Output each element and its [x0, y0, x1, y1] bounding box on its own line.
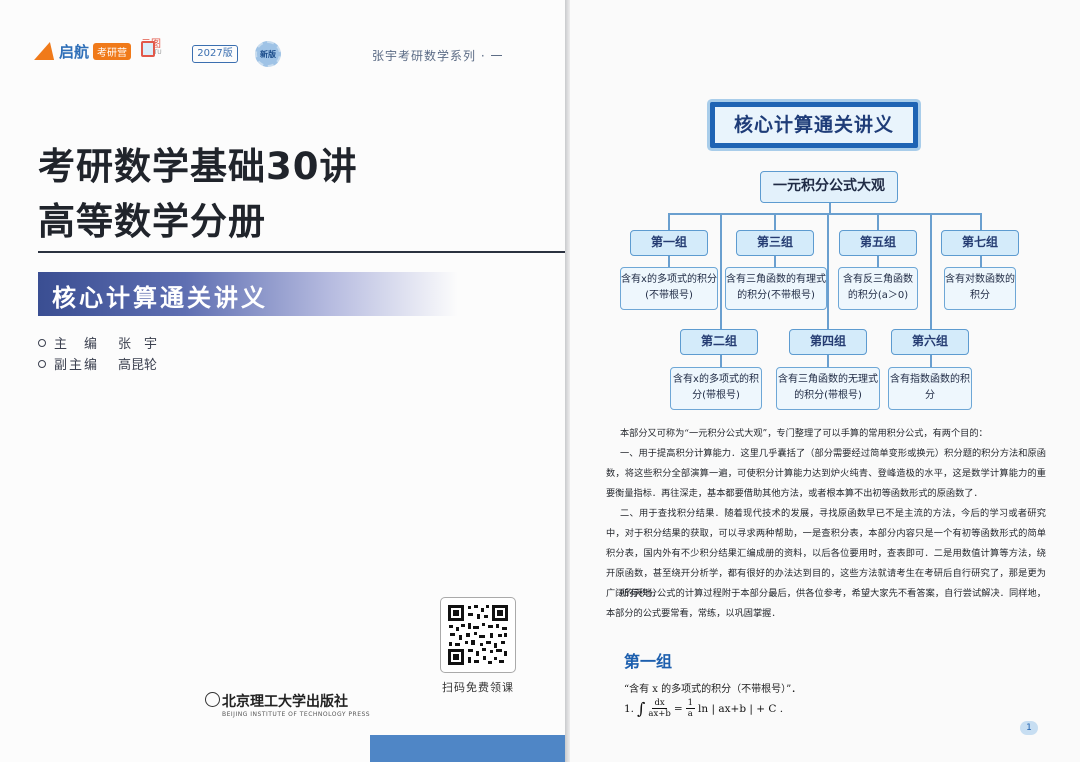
coef-numerator: 1	[685, 698, 696, 709]
group-desc-7: 含有对数函数的积分	[944, 267, 1016, 310]
tree-connector	[877, 213, 879, 230]
editor-role: 主 编	[54, 337, 100, 352]
inner-page: 核心计算通关讲义 一元积分公式大观 第一组 第三组 第五组 第七组 含有x的多项…	[570, 0, 1080, 762]
qr-code[interactable]	[440, 597, 516, 673]
tree-root: 一元积分公式大观	[760, 171, 898, 203]
cover-footer-bar	[370, 735, 565, 762]
formula-coefficient: 1 a	[685, 698, 696, 719]
formula-fraction: dx ax+b	[648, 698, 670, 719]
yuntu-logo-icon	[141, 41, 155, 57]
tree-connector	[774, 213, 776, 230]
group-node-5: 第五组	[839, 230, 917, 256]
tree-connector	[930, 213, 932, 329]
tree-connector	[827, 213, 829, 329]
publisher-emblem-icon	[205, 692, 220, 707]
equals-sign: =	[673, 702, 683, 715]
title-divider	[38, 251, 565, 253]
body-paragraph: 一、用于提高积分计算能力．这里几乎囊括了（部分需要经过简单变形或换元）积分题的积…	[606, 448, 1046, 499]
tree-connector	[980, 255, 982, 267]
page-title: 核心计算通关讲义	[733, 114, 894, 136]
publisher-name-cn: 北京理工大学出版社	[222, 694, 348, 710]
formula-result: ln | ax+b | + C .	[698, 702, 784, 715]
section-heading: 第一组	[624, 652, 673, 671]
tree-connector	[720, 354, 722, 367]
group-node-1: 第一组	[630, 230, 708, 256]
editor-row: 副主编 高昆轮	[38, 354, 157, 373]
group-node-3: 第三组	[736, 230, 814, 256]
editor-role: 副主编	[54, 358, 100, 373]
qihang-logo-sub: 考研营	[93, 42, 132, 60]
group-desc-2: 含有x的多项式的积分(带根号)	[670, 367, 762, 410]
group-desc-3: 含有三角函数的有理式的积分(不带根号)	[725, 267, 827, 310]
formula-index: 1.	[624, 702, 635, 715]
page-title-frame: 核心计算通关讲义	[710, 102, 918, 148]
book-title-line2: 高等数学分册	[38, 200, 266, 243]
group-desc-6: 含有指数函数的积分	[888, 367, 972, 410]
qihang-logo-icon	[34, 42, 60, 60]
book-cover: 启航 考研营 云图 YUNTU 2027版 新版 张宇考研数学系列 · 一 考研…	[0, 0, 565, 762]
qihang-logo: 启航 考研营	[34, 40, 132, 62]
tree-connector	[930, 354, 932, 367]
group-node-7: 第七组	[941, 230, 1019, 256]
page-number: 1	[1020, 721, 1038, 735]
bullet-circle-icon	[38, 338, 46, 347]
tree-connector	[827, 354, 829, 367]
editor-row: 主 编 张 宇	[38, 333, 157, 352]
editor-name: 张 宇	[118, 337, 158, 352]
qr-caption: 扫码免费领课	[442, 681, 514, 694]
tree-connector	[720, 213, 722, 329]
integral-sign-icon: ∫	[637, 699, 646, 718]
book-title-line1: 考研数学基础30讲	[38, 145, 358, 188]
editor-name: 高昆轮	[118, 358, 158, 373]
publisher: 北京理工大学出版社 BEIJING INSTITUTE OF TECHNOLOG…	[222, 691, 370, 718]
book-subtitle: 核心计算通关讲义	[52, 284, 268, 312]
bullet-circle-icon	[38, 359, 46, 368]
new-edition-badge: 新版	[255, 41, 281, 67]
series-label: 张宇考研数学系列 · 一	[372, 49, 504, 63]
tree-connector	[668, 255, 670, 267]
fraction-denominator: ax+b	[648, 709, 671, 719]
coef-denominator: a	[687, 709, 693, 719]
tree-connector	[980, 213, 982, 230]
tree-connector	[668, 213, 980, 215]
section-subheading: “含有 x 的多项式的积分（不带根号）”．	[624, 684, 802, 695]
group-node-4: 第四组	[789, 329, 867, 355]
fraction-numerator: dx	[652, 698, 667, 709]
group-desc-1: 含有x的多项式的积分(不带根号)	[620, 267, 718, 310]
tree-connector	[668, 213, 670, 230]
yuntu-logo: 云图 YUNTU	[141, 40, 162, 57]
body-paragraph: 所有积分公式的计算过程附于本部分最后，供各位参考，希望大家先不看答案，自行尝试解…	[606, 588, 1046, 619]
intro-paragraph: 本部分又可称为“一元积分公式大观”，专门整理了可以手算的常用积分公式，有两个目的…	[620, 428, 988, 439]
subtitle-banner: 核心计算通关讲义	[38, 272, 458, 316]
tree-connector	[877, 255, 879, 267]
tree-connector	[774, 255, 776, 267]
qihang-logo-text: 启航	[59, 42, 90, 61]
group-node-6: 第六组	[891, 329, 969, 355]
group-node-2: 第二组	[680, 329, 758, 355]
formula-1: 1. ∫ dx ax+b = 1 a ln | ax+b | + C .	[624, 698, 783, 719]
group-desc-4: 含有三角函数的无理式的积分(带根号)	[776, 367, 880, 410]
year-badge: 2027版	[192, 45, 238, 63]
group-desc-5: 含有反三角函数的积分(a＞0)	[838, 267, 918, 310]
publisher-name-en: BEIJING INSTITUTE OF TECHNOLOGY PRESS	[222, 711, 371, 718]
qr-code-icon	[446, 603, 510, 667]
